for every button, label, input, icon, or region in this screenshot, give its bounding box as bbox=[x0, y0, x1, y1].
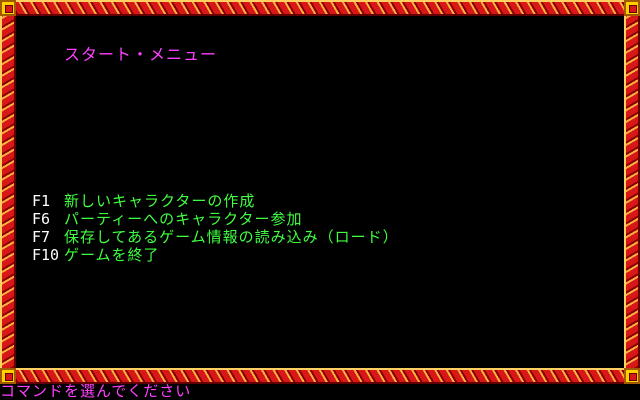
rope-border-right bbox=[624, 0, 640, 384]
corner-ornament-bottom-right bbox=[624, 368, 640, 384]
menu-key-f1: F1 bbox=[32, 192, 51, 210]
menu-item-add-character-to-party[interactable]: F6 パーティーへのキャラクター参加 bbox=[32, 210, 399, 228]
start-menu: F1 新しいキャラクターの作成 F6 パーティーへのキャラクター参加 F7 保存… bbox=[32, 192, 399, 264]
corner-ornament-top-right bbox=[624, 0, 640, 16]
game-screen: スタート・メニュー F1 新しいキャラクターの作成 F6 パーティーへのキャラク… bbox=[0, 0, 640, 400]
rope-border-top bbox=[0, 0, 640, 16]
menu-label: パーティーへのキャラクター参加 bbox=[64, 210, 303, 228]
menu-label: 保存してあるゲーム情報の読み込み（ロード） bbox=[64, 228, 399, 246]
menu-key-f10: F10 bbox=[32, 246, 60, 264]
menu-title: スタート・メニュー bbox=[64, 45, 218, 64]
corner-ornament-top-left bbox=[0, 0, 16, 16]
menu-label: ゲームを終了 bbox=[64, 246, 160, 264]
rope-border-left bbox=[0, 0, 16, 384]
menu-key-f6: F6 bbox=[32, 210, 51, 228]
menu-item-create-character[interactable]: F1 新しいキャラクターの作成 bbox=[32, 192, 399, 210]
command-prompt: コマンドを選んでください bbox=[0, 382, 192, 400]
menu-item-load-game[interactable]: F7 保存してあるゲーム情報の読み込み（ロード） bbox=[32, 228, 399, 246]
menu-label: 新しいキャラクターの作成 bbox=[64, 192, 256, 210]
menu-key-f7: F7 bbox=[32, 228, 51, 246]
menu-item-quit-game[interactable]: F10 ゲームを終了 bbox=[32, 246, 399, 264]
